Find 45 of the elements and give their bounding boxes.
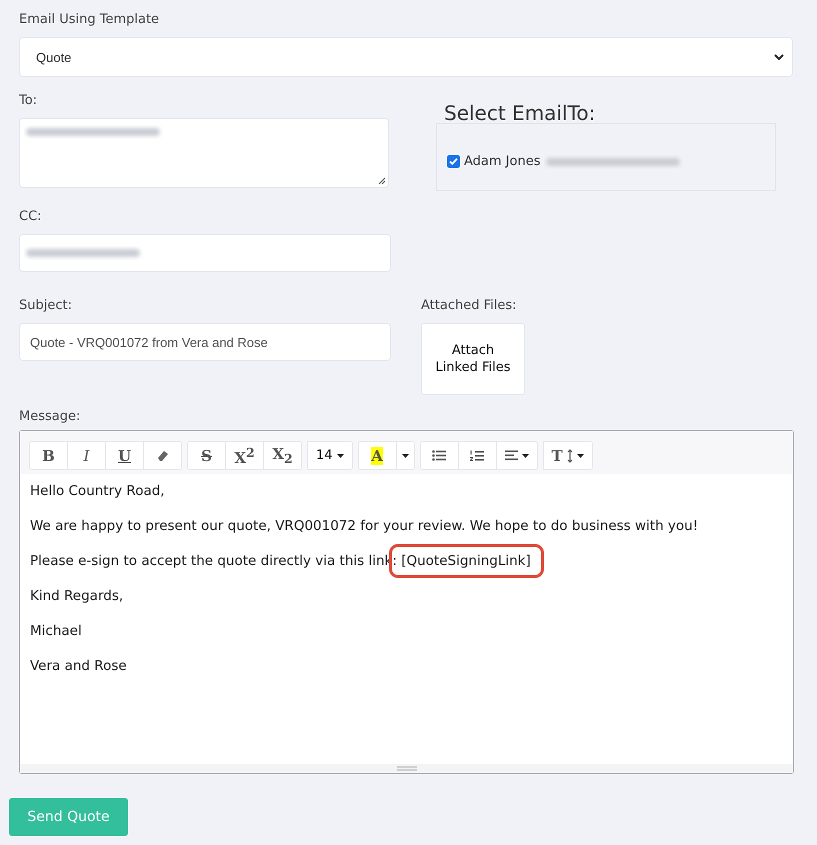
section-title: Select EmailTo: (444, 101, 596, 125)
toolbar-button[interactable] (420, 441, 459, 470)
bullet-list-icon (432, 450, 446, 461)
toolbar-button[interactable] (458, 441, 497, 470)
template-select[interactable]: Quote (19, 37, 793, 77)
message-text: Kind Regards, (30, 588, 124, 604)
toolbar-button[interactable]: B (29, 441, 68, 470)
toolbar-button[interactable]: T (542, 441, 593, 470)
attach-files-button[interactable]: Attach Linked Files (421, 323, 525, 395)
resize-handle-icon[interactable] (396, 766, 416, 771)
caret-down-icon (336, 454, 344, 458)
field-label: Subject: (19, 298, 72, 313)
caret-down-icon (402, 454, 409, 458)
to-field[interactable] (19, 118, 389, 188)
checkbox[interactable] (447, 155, 460, 168)
field-label: Attached Files: (421, 298, 517, 313)
toolbar-button[interactable] (496, 441, 538, 470)
numbered-list-icon (470, 450, 484, 462)
toolbar-button[interactable]: X$_{2}$ (263, 441, 302, 470)
field-label: Message: (19, 409, 80, 424)
message-text: Vera and Rose (30, 658, 127, 674)
text-height-icon (566, 448, 573, 462)
chevron-down-icon (774, 54, 784, 60)
message-text: Hello Country Road, (30, 483, 165, 499)
field-label: Email Using Template (19, 12, 160, 27)
toolbar-button[interactable]: I (67, 441, 106, 470)
caret-down-icon (576, 454, 584, 458)
toolbar-button[interactable]: U (105, 441, 144, 470)
toolbar-button[interactable]: 14 (307, 441, 353, 470)
field-label: To: (19, 93, 38, 108)
resize-grip-icon (378, 177, 386, 185)
recipient-name: Adam Jones (464, 154, 540, 169)
cc-field[interactable] (19, 234, 391, 272)
toolbar-button[interactable]: A (358, 441, 397, 470)
field-label: CC: (19, 209, 42, 224)
toolbar-button[interactable] (396, 441, 415, 470)
eraser-icon (156, 450, 168, 462)
subject-field[interactable]: Quote - VRQ001072 from Vera and Rose (19, 323, 391, 361)
merge-field: [QuoteSigningLink] (401, 553, 531, 569)
toolbar-button[interactable]: X$^{2}$ (225, 441, 264, 470)
message-text: We are happy to present our quote, VRQ001072 for your review. We hope to do business with you! (30, 518, 698, 534)
align-left-icon (504, 450, 518, 461)
caret-down-icon (522, 454, 529, 458)
toolbar-button[interactable]: S (187, 441, 226, 470)
message-text: Michael (30, 623, 82, 639)
